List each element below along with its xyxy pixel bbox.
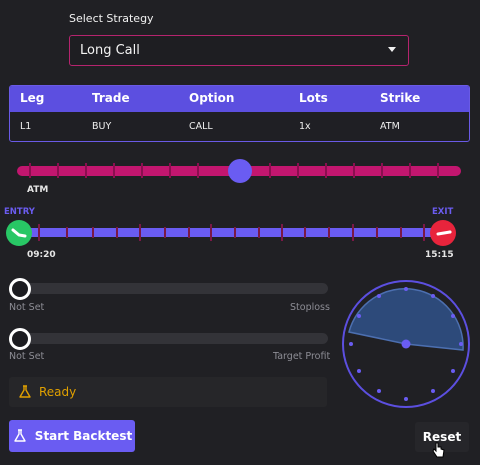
start-backtest-label: Start Backtest	[34, 429, 133, 443]
time-tick	[328, 227, 330, 238]
time-tick	[234, 227, 236, 238]
cell-lots: 1x	[299, 121, 311, 132]
hand-pointer-icon	[432, 442, 445, 458]
strike-slider[interactable]	[17, 158, 461, 186]
entry-label: ENTRY	[4, 207, 35, 217]
stoploss-track	[9, 283, 328, 294]
strike-tick	[353, 163, 355, 178]
legs-table: Leg Trade Option Lots Strike L1 BUY CALL…	[9, 85, 470, 142]
strike-tick	[409, 163, 411, 178]
strategy-select[interactable]: Long Call	[69, 35, 409, 66]
flask-icon	[19, 385, 31, 398]
target-profit-knob[interactable]	[9, 328, 31, 350]
entry-handle-icon	[11, 228, 27, 238]
time-slider[interactable]	[6, 218, 458, 248]
exit-label: EXIT	[432, 207, 454, 217]
exit-handle-icon	[436, 230, 452, 236]
strike-tick	[169, 163, 171, 178]
strategy-label: Select Strategy	[69, 12, 154, 25]
time-tick	[423, 224, 425, 241]
cell-option: CALL	[189, 121, 213, 132]
stoploss-label: Stoploss	[290, 302, 330, 313]
strike-tick	[29, 163, 31, 178]
strike-tick	[85, 163, 87, 178]
entry-time: 09:20	[27, 250, 56, 260]
header-lots: Lots	[299, 91, 328, 105]
strike-tick	[57, 163, 59, 178]
chevron-down-icon	[388, 47, 396, 52]
cell-strike: ATM	[380, 121, 400, 132]
time-tick	[210, 224, 212, 241]
header-trade: Trade	[92, 91, 130, 105]
target-profit-value: Not Set	[9, 351, 45, 362]
time-tick	[164, 227, 166, 238]
strike-value-label: ATM	[27, 185, 49, 195]
time-tick	[38, 224, 40, 241]
time-tick	[92, 227, 94, 238]
strike-tick	[269, 163, 271, 178]
time-tick	[258, 227, 260, 238]
time-tick	[281, 224, 283, 241]
time-tick	[304, 227, 306, 238]
status-bar: Ready	[9, 377, 327, 407]
target-profit-track	[9, 333, 328, 344]
strike-tick	[297, 163, 299, 178]
target-profit-label: Target Profit	[273, 351, 331, 362]
start-backtest-button[interactable]: Start Backtest	[9, 420, 135, 452]
flask-icon	[14, 429, 26, 442]
strike-tick	[437, 163, 439, 178]
table-row[interactable]: L1 BUY CALL 1x ATM	[10, 112, 469, 141]
strike-tick	[381, 163, 383, 178]
strategy-value: Long Call	[80, 43, 140, 58]
exit-time: 15:15	[425, 250, 454, 260]
strike-tick	[141, 163, 143, 178]
stoploss-value: Not Set	[9, 302, 45, 313]
time-track	[20, 228, 445, 237]
strike-tick	[113, 163, 115, 178]
strike-tick	[325, 163, 327, 178]
time-tick	[116, 227, 118, 238]
header-strike: Strike	[380, 91, 421, 105]
stoploss-slider[interactable]	[9, 278, 328, 300]
time-tick	[352, 224, 354, 241]
time-tick	[376, 227, 378, 238]
time-tick	[66, 227, 68, 238]
target-profit-slider[interactable]	[9, 328, 328, 350]
time-tick	[139, 224, 141, 241]
strike-tick	[197, 163, 199, 178]
header-leg: Leg	[20, 91, 45, 105]
header-option: Option	[189, 91, 235, 105]
time-tick	[188, 227, 190, 238]
strike-knob[interactable]	[228, 159, 252, 183]
cell-leg: L1	[20, 121, 32, 132]
exit-knob[interactable]	[430, 220, 456, 246]
cell-trade: BUY	[92, 121, 112, 132]
status-text: Ready	[39, 385, 77, 399]
entry-knob[interactable]	[6, 220, 32, 246]
clock-dial-icon	[342, 280, 470, 408]
time-tick	[400, 227, 402, 238]
stoploss-knob[interactable]	[9, 278, 31, 300]
table-header: Leg Trade Option Lots Strike	[10, 86, 469, 112]
